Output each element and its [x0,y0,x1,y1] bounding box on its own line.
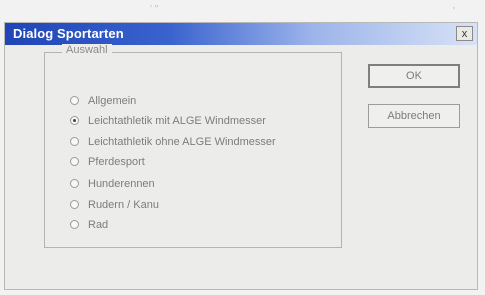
radio-label: Leichtathletik mit ALGE Windmesser [88,114,266,127]
window-title: Dialog Sportarten [13,26,124,41]
radio-button-icon[interactable] [70,157,79,166]
cancel-button[interactable]: Abbrechen [368,104,460,128]
screen-artifact: ' [453,6,455,17]
radio-leichtathletik-mit-alge[interactable]: Leichtathletik mit ALGE Windmesser [70,112,266,129]
radio-button-icon[interactable] [70,200,79,209]
radio-allgemein[interactable]: Allgemein [70,92,136,109]
radio-button-icon[interactable] [70,179,79,188]
radio-rudern-kanu[interactable]: Rudern / Kanu [70,196,159,213]
screen-artifact: ' '' [150,4,159,15]
radio-button-icon[interactable] [70,220,79,229]
radio-label: Pferdesport [88,155,145,168]
radio-label: Rad [88,218,109,231]
radio-button-icon[interactable] [70,96,79,105]
radio-button-icon[interactable] [70,137,79,146]
radio-rad[interactable]: Rad [70,216,108,233]
title-bar[interactable]: Dialog Sportarten x [5,23,477,45]
radio-label: Hunderennen [88,177,155,190]
radio-label: Rudern / Kanu [88,198,159,211]
close-button[interactable]: x [456,26,473,41]
radio-pferdesport[interactable]: Pferdesport [70,153,145,170]
radio-label: Allgemein [88,94,137,107]
radio-label: Leichtathletik ohne ALGE Windmesser [88,135,276,148]
radio-button-selected-icon[interactable] [70,116,79,125]
radio-leichtathletik-ohne-alge[interactable]: Leichtathletik ohne ALGE Windmesser [70,133,276,150]
close-icon: x [461,28,468,40]
groupbox-label: Auswahl [62,44,112,56]
radio-hunderennen[interactable]: Hunderennen [70,175,155,192]
ok-button[interactable]: OK [368,64,460,88]
